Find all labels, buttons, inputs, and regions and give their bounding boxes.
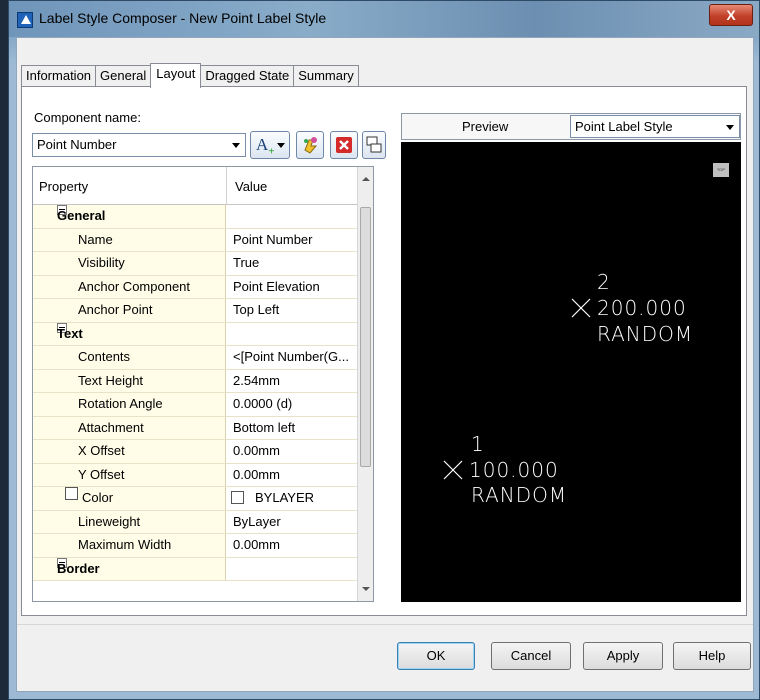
property-column-header[interactable]: Property xyxy=(39,179,88,194)
red-x-delete-icon xyxy=(336,137,352,153)
property-row-color[interactable]: Color BYLAYER xyxy=(33,487,358,511)
point-marker-x-icon xyxy=(443,460,463,480)
scroll-up-arrow-icon[interactable] xyxy=(362,177,370,181)
delete-component-button[interactable] xyxy=(330,131,358,159)
property-grid-scrollbar[interactable] xyxy=(357,167,373,601)
chevron-down-icon xyxy=(726,125,734,130)
category-row-text[interactable]: Text xyxy=(33,322,358,346)
property-grid: Property Value General Name Point Number… xyxy=(32,166,374,602)
property-row-lineweight[interactable]: Lineweight ByLayer xyxy=(33,510,358,534)
text-component-icon: A+ xyxy=(256,135,275,158)
dialog-client-area: Information General Layout Dragged State… xyxy=(16,37,754,692)
component-name-value: Point Number xyxy=(37,137,117,152)
preview-toolbar: Preview Point Label Style xyxy=(401,113,741,140)
color-override-checkbox[interactable] xyxy=(65,487,78,500)
tab-dragged-state[interactable]: Dragged State xyxy=(200,65,295,87)
apply-button[interactable]: Apply xyxy=(583,642,663,670)
scroll-thumb[interactable] xyxy=(360,207,371,467)
civil3d-app-icon xyxy=(17,12,33,28)
property-row-contents[interactable]: Contents <[Point Number(G... xyxy=(33,346,358,370)
point-description: RANDOM xyxy=(597,322,694,346)
point-number: 2 xyxy=(597,270,611,294)
ok-button[interactable]: OK xyxy=(397,642,475,670)
property-row-anchor-component[interactable]: Anchor Component Point Elevation xyxy=(33,275,358,299)
color-swatch-icon xyxy=(231,491,244,504)
cancel-button[interactable]: Cancel xyxy=(491,642,571,670)
copy-component-icon xyxy=(304,137,318,154)
tab-strip: Information General Layout Dragged State… xyxy=(21,63,359,88)
property-row-y-offset[interactable]: Y Offset 0.00mm xyxy=(33,463,358,487)
category-row-general[interactable]: General xyxy=(33,205,358,229)
chevron-down-icon xyxy=(277,143,285,148)
chevron-down-icon xyxy=(232,143,240,148)
grid-rows: General Name Point Number Visibility Tru… xyxy=(33,205,358,581)
category-row-border[interactable]: Border xyxy=(33,557,358,581)
tab-general[interactable]: General xyxy=(95,65,152,87)
preview-style-value: Point Label Style xyxy=(575,119,673,134)
tab-layout[interactable]: Layout xyxy=(150,63,202,88)
viewcube-top-icon[interactable]: TOP xyxy=(713,163,729,177)
property-row-rotation-angle[interactable]: Rotation Angle 0.0000 (d) xyxy=(33,393,358,417)
property-row-maximum-width[interactable]: Maximum Width 0.00mm xyxy=(33,534,358,558)
property-row-visibility[interactable]: Visibility True xyxy=(33,252,358,276)
preview-canvas[interactable]: TOP 2 200.000 RANDOM 1 100.000 RANDOM xyxy=(401,142,741,602)
dialog-window: Label Style Composer - New Point Label S… xyxy=(8,0,760,700)
preview-style-select[interactable]: Point Label Style xyxy=(570,115,740,138)
tab-summary[interactable]: Summary xyxy=(293,65,359,87)
button-separator xyxy=(17,624,753,625)
preview-label: Preview xyxy=(462,119,509,134)
scroll-down-arrow-icon[interactable] xyxy=(362,587,370,591)
point-elevation: 200.000 xyxy=(597,296,687,320)
column-divider[interactable] xyxy=(226,167,227,205)
point-description: RANDOM xyxy=(471,483,568,507)
point-number: 1 xyxy=(471,432,485,456)
value-column-header[interactable]: Value xyxy=(235,179,267,194)
close-button[interactable]: X xyxy=(709,4,753,26)
component-name-select[interactable]: Point Number xyxy=(32,133,246,157)
tab-information[interactable]: Information xyxy=(21,65,97,87)
copy-component-button[interactable] xyxy=(296,131,324,159)
title-bar[interactable]: Label Style Composer - New Point Label S… xyxy=(9,1,759,37)
component-draw-order-button[interactable] xyxy=(362,131,386,159)
property-row-x-offset[interactable]: X Offset 0.00mm xyxy=(33,440,358,464)
point-elevation: 100.000 xyxy=(469,458,559,482)
property-row-text-height[interactable]: Text Height 2.54mm xyxy=(33,369,358,393)
property-row-attachment[interactable]: Attachment Bottom left xyxy=(33,416,358,440)
component-name-label: Component name: xyxy=(34,110,141,125)
window-title: Label Style Composer - New Point Label S… xyxy=(39,10,327,26)
property-row-name[interactable]: Name Point Number xyxy=(33,228,358,252)
point-marker-x-icon xyxy=(571,298,591,318)
draw-order-icon xyxy=(366,136,382,153)
help-button[interactable]: Help xyxy=(673,642,751,670)
grid-header: Property Value xyxy=(33,167,358,205)
create-text-component-button[interactable]: A+ xyxy=(250,131,290,159)
property-row-anchor-point[interactable]: Anchor Point Top Left xyxy=(33,299,358,323)
